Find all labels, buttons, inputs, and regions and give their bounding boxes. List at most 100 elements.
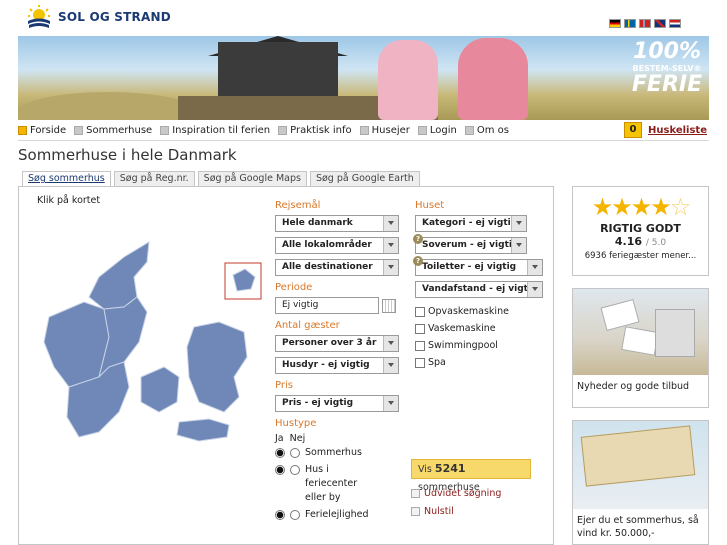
- rating-box[interactable]: ★★★★☆ RIGTIG GODT 4.16 / 5.0 6936 ferieg…: [572, 186, 709, 276]
- score-max: / 5.0: [645, 238, 667, 248]
- input-value: Ej vigtig: [282, 300, 319, 310]
- select-value: Toiletter - ej vigtig: [422, 262, 517, 272]
- kategori-select[interactable]: Kategori - ej vigtig: [415, 215, 527, 232]
- nav-item-sommerhuse[interactable]: Sommerhuse: [74, 125, 152, 136]
- nav-label: Inspiration til ferien: [172, 124, 271, 136]
- calendar-icon[interactable]: [382, 298, 396, 313]
- periode-input[interactable]: Ej vigtig: [275, 297, 379, 314]
- price-title: Pris: [275, 380, 293, 391]
- hustype-row-feriecenter: Hus i feriecenter eller by: [275, 463, 399, 505]
- search-column-right: Huset Kategori - ej vigtig ? Soverum - ej…: [413, 199, 545, 371]
- flag-de-icon[interactable]: [609, 19, 621, 28]
- owner-promo-caption: Ejer du et sommerhus, så vind kr. 50.000…: [577, 515, 699, 539]
- envelope-icon: [621, 326, 659, 356]
- persons-select[interactable]: Personer over 3 år: [275, 335, 399, 352]
- top-bar: SOL OG STRAND: [0, 0, 727, 36]
- facility-spa[interactable]: Spa: [415, 354, 545, 371]
- facility-label: Spa: [428, 357, 446, 368]
- nav-item-inspiration[interactable]: Inspiration til ferien: [160, 125, 270, 136]
- facility-vaskemaskine[interactable]: Vaskemaskine: [415, 320, 545, 337]
- logo[interactable]: SOL OG STRAND: [26, 4, 171, 30]
- map-region-sjaelland[interactable]: [186, 321, 248, 413]
- score-value: 4.16: [614, 235, 643, 248]
- checkbox[interactable]: [415, 340, 425, 351]
- nav-item-login[interactable]: Login: [417, 125, 457, 136]
- map-region-fyn[interactable]: [140, 366, 180, 413]
- nav-item-om-os[interactable]: Om os: [464, 125, 509, 136]
- newsletter-box[interactable]: Nyheder og gode tilbud: [572, 288, 709, 408]
- hustype-label: Ferielejlighed: [305, 509, 369, 520]
- advanced-search-link[interactable]: Udvidet søgning: [411, 488, 501, 499]
- checkbox[interactable]: [415, 306, 425, 317]
- map-region-bornholm[interactable]: [232, 268, 256, 292]
- periode-row: Ej vigtig: [275, 297, 399, 319]
- select-value: Kategori - ej vigtig: [422, 218, 518, 228]
- vandafstand-select[interactable]: Vandafstand - ej vigtig: [415, 281, 543, 298]
- facility-swimmingpool[interactable]: Swimmingpool: [415, 337, 545, 354]
- facility-label: Opvaskemaskine: [428, 306, 509, 317]
- flag-no-icon[interactable]: [639, 19, 651, 28]
- facility-opvaskemaskine[interactable]: Opvaskemaskine: [415, 303, 545, 320]
- yes-radio[interactable]: [275, 465, 285, 475]
- map-region-lolland-falster[interactable]: [176, 418, 230, 442]
- no-radio[interactable]: [290, 448, 300, 458]
- toiletter-select[interactable]: ? Toiletter - ej vigtig: [413, 256, 543, 276]
- nav-label: Praktisk info: [290, 124, 352, 136]
- pets-select[interactable]: Husdyr - ej vigtig: [275, 357, 399, 374]
- tab-google-maps[interactable]: Søg på Google Maps: [197, 171, 307, 187]
- flag-se-icon[interactable]: [624, 19, 636, 28]
- checkbox[interactable]: [415, 323, 425, 334]
- dropdown-arrow-icon: [527, 282, 542, 297]
- flag-gb-icon[interactable]: [654, 19, 666, 28]
- hustype-row-sommerhus: Sommerhus: [275, 446, 399, 460]
- flag-nl-icon[interactable]: [669, 19, 681, 28]
- bullet-icon: [359, 125, 369, 135]
- main-nav: Forside Sommerhuse Inspiration til ferie…: [18, 121, 709, 139]
- show-results-button[interactable]: Vis 5241 sommerhuse: [411, 459, 531, 493]
- facility-label: Vaskemaskine: [428, 323, 496, 334]
- bullet-icon: [160, 125, 170, 135]
- select-value: Alle lokalområder: [282, 240, 372, 250]
- envelopes-image: [573, 289, 708, 375]
- checkbox[interactable]: [415, 357, 425, 368]
- denmark-map[interactable]: [29, 237, 279, 457]
- nav-item-forside[interactable]: Forside: [18, 125, 66, 136]
- dropdown-arrow-icon: [511, 216, 526, 231]
- link-label: Nulstil: [424, 506, 454, 517]
- soverum-select[interactable]: ? Soverum - ej vigtig: [413, 234, 527, 254]
- badge-big-text: FERIE: [631, 72, 703, 97]
- select-value: Vandafstand - ej vigtig: [422, 284, 538, 294]
- region-select[interactable]: Hele danmark: [275, 215, 399, 232]
- divider: [18, 140, 709, 141]
- owner-promo-box[interactable]: Ejer du et sommerhus, så vind kr. 50.000…: [572, 420, 709, 545]
- reset-link[interactable]: Nulstil: [411, 506, 454, 517]
- help-icon[interactable]: ?: [413, 256, 423, 266]
- wishlist-link[interactable]: Huskeliste: [648, 125, 707, 136]
- nav-label: Husejer: [371, 124, 410, 136]
- help-icon[interactable]: ?: [413, 234, 423, 244]
- no-radio[interactable]: [290, 510, 300, 520]
- destinations-select[interactable]: Alle destinationer: [275, 259, 399, 276]
- tab-sog-sommerhus[interactable]: Søg sommerhus: [22, 171, 111, 187]
- mailbox-icon: [655, 309, 695, 357]
- yes-no-header: Ja Nej: [275, 433, 306, 444]
- select-value: Personer over 3 år: [282, 338, 377, 348]
- map-region-nordjylland[interactable]: [88, 241, 150, 310]
- dropdown-arrow-icon: [383, 358, 398, 373]
- tab-google-earth[interactable]: Søg på Google Earth: [309, 171, 420, 187]
- rating-score: 4.16 / 5.0: [573, 235, 708, 248]
- huset-title: Huset: [415, 200, 445, 211]
- tab-sog-reg-nr[interactable]: Søg på Reg.nr.: [113, 171, 195, 187]
- nav-item-husejer[interactable]: Husejer: [359, 124, 410, 136]
- yes-radio[interactable]: [275, 448, 285, 458]
- no-radio[interactable]: [290, 465, 300, 475]
- nav-item-praktisk-info[interactable]: Praktisk info: [278, 125, 352, 136]
- rating-count: 6936 feriegæster mener...: [584, 251, 697, 261]
- ferie-badge: 100% BESTEM-SELV® FERIE: [629, 40, 705, 116]
- price-select[interactable]: Pris - ej vigtig: [275, 395, 399, 412]
- envelope-icon: [600, 299, 640, 331]
- child-figure: [378, 40, 438, 120]
- yes-radio[interactable]: [275, 510, 285, 520]
- language-flags: [609, 19, 681, 28]
- areas-select[interactable]: Alle lokalområder: [275, 237, 399, 254]
